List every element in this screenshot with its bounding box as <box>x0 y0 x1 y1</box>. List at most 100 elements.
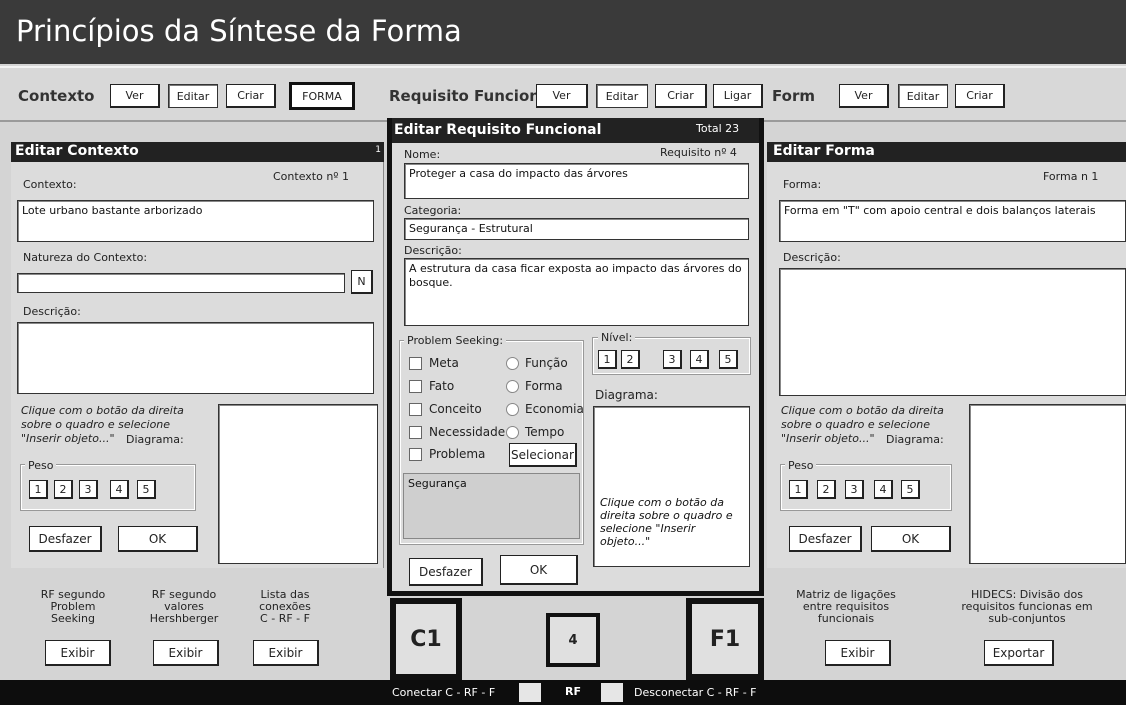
requisito-numero: Requisito nº 4 <box>660 146 737 159</box>
contexto-peso-2[interactable]: 2 <box>54 480 73 499</box>
requisito-desfazer-button[interactable]: Desfazer <box>409 558 483 586</box>
natureza-input[interactable] <box>17 273 345 293</box>
status-bar: Conectar C - RF - F RF Desconectar C - R… <box>0 680 1126 705</box>
tempo-radio[interactable] <box>506 426 519 439</box>
rf-valores-caption: RF segundo valores Hershberger <box>149 588 219 625</box>
contexto-peso-4[interactable]: 4 <box>110 480 129 499</box>
form-ver-button[interactable]: Ver <box>839 84 889 108</box>
forma-current-box[interactable]: F1 <box>686 598 764 680</box>
forma-panel-title: Editar Forma <box>773 143 875 159</box>
forma-label: Forma: <box>783 178 822 191</box>
contexto-panel-corner: 1 <box>375 145 381 155</box>
contexto-hint-3: "Inserir objeto..." <box>21 432 115 445</box>
conectar-label: Conectar C - RF - F <box>392 686 496 699</box>
economia-label: Economia <box>525 402 584 416</box>
fato-label: Fato <box>429 379 455 393</box>
forma-peso-2[interactable]: 2 <box>817 480 836 499</box>
tempo-label: Tempo <box>525 425 565 439</box>
contexto-peso-5[interactable]: 5 <box>137 480 156 499</box>
forma-peso-3[interactable]: 3 <box>845 480 864 499</box>
requisito-descricao-input[interactable]: A estrutura da casa ficar exposta ao imp… <box>404 258 749 326</box>
rf-problem-exibir-button[interactable]: Exibir <box>45 640 111 666</box>
forma-input[interactable]: Forma em "T" com apoio central e dois ba… <box>779 200 1126 242</box>
requisito-toolbar-label: Requisito Funcion <box>389 87 540 105</box>
categoria-label: Categoria: <box>404 204 462 217</box>
requisito-criar-button[interactable]: Criar <box>655 84 707 108</box>
desconectar-button[interactable] <box>601 683 623 702</box>
exportar-button[interactable]: Exportar <box>984 640 1054 666</box>
forma-hint-2: sobre o quadro e selecione <box>781 418 931 431</box>
contexto-input[interactable]: Lote urbano bastante arborizado <box>17 200 374 242</box>
economia-radio[interactable] <box>506 403 519 416</box>
selection-display: Segurança <box>403 473 580 539</box>
rf-valores-exibir-button[interactable]: Exibir <box>153 640 219 666</box>
nivel-3[interactable]: 3 <box>663 350 682 369</box>
requisito-diagrama-label: Diagrama: <box>595 388 658 402</box>
requisito-current-box[interactable]: 4 <box>546 613 600 667</box>
form-toolbar-label: Form <box>772 87 815 105</box>
nivel-4[interactable]: 4 <box>690 350 709 369</box>
natureza-label: Natureza do Contexto: <box>23 251 148 264</box>
forma-numero: Forma n 1 <box>1043 170 1099 183</box>
contexto-desfazer-button[interactable]: Desfazer <box>29 526 102 552</box>
contexto-panel: Editar Contexto 1 Contexto: Contexto nº … <box>11 142 384 568</box>
conectar-button[interactable] <box>519 683 541 702</box>
form-criar-button[interactable]: Criar <box>955 84 1005 108</box>
categoria-input[interactable]: Segurança - Estrutural <box>404 218 749 240</box>
contexto-peso-1[interactable]: 1 <box>29 480 48 499</box>
contexto-label: Contexto: <box>23 178 77 191</box>
contexto-peso-3[interactable]: 3 <box>79 480 98 499</box>
necessidade-checkbox[interactable] <box>409 426 422 439</box>
forma-descricao-label: Descrição: <box>783 251 841 264</box>
contexto-diagrama-box[interactable] <box>218 404 378 564</box>
lista-exibir-button[interactable]: Exibir <box>253 640 319 666</box>
meta-checkbox[interactable] <box>409 357 422 370</box>
matriz-exibir-button[interactable]: Exibir <box>825 640 891 666</box>
nivel-1[interactable]: 1 <box>598 350 617 369</box>
fato-checkbox[interactable] <box>409 380 422 393</box>
forma-peso-1[interactable]: 1 <box>789 480 808 499</box>
contexto-current-box[interactable]: C1 <box>390 598 462 680</box>
nivel-2[interactable]: 2 <box>621 350 640 369</box>
requisito-nome-input[interactable]: Proteger a casa do impacto das árvores <box>404 163 749 199</box>
requisito-ok-button[interactable]: OK <box>500 555 578 585</box>
app-title: Princípios da Síntese da Forma <box>16 14 462 48</box>
contexto-hint-1: Clique com o botão da direita <box>21 404 184 417</box>
forma-diagrama-label: Diagrama: <box>886 433 944 446</box>
toolbar: Contexto Ver Editar Criar FORMA Requisit… <box>0 66 1126 122</box>
nivel-5[interactable]: 5 <box>719 350 738 369</box>
necessidade-label: Necessidade <box>429 425 506 439</box>
selecionar-button[interactable]: Selecionar <box>509 443 577 467</box>
requisito-editar-button[interactable]: Editar <box>596 84 648 108</box>
contexto-criar-button[interactable]: Criar <box>226 84 276 108</box>
forma-hint-3: "Inserir objeto..." <box>781 432 875 445</box>
requisito-diagrama-hint: Clique com o botão da direita sobre o qu… <box>600 496 733 548</box>
forma-peso-4[interactable]: 4 <box>874 480 893 499</box>
contexto-ok-button[interactable]: OK <box>118 526 198 552</box>
contexto-ver-button[interactable]: Ver <box>110 84 160 108</box>
requisito-total: Total 23 <box>696 122 740 135</box>
forma-peso-label: Peso <box>785 459 817 472</box>
forma-diagrama-box[interactable] <box>969 404 1126 564</box>
title-bar: Princípios da Síntese da Forma <box>0 0 1126 64</box>
forma-descricao-input[interactable] <box>779 268 1126 396</box>
funcao-radio[interactable] <box>506 357 519 370</box>
problem-seeking-label: Problem Seeking: <box>404 334 507 347</box>
desconectar-label: Desconectar C - RF - F <box>634 686 757 699</box>
forma-button[interactable]: FORMA <box>289 82 355 110</box>
forma-peso-5[interactable]: 5 <box>901 480 920 499</box>
contexto-editar-button[interactable]: Editar <box>168 84 218 108</box>
forma-radio[interactable] <box>506 380 519 393</box>
contexto-numero: Contexto nº 1 <box>273 170 349 183</box>
requisito-diagrama-box[interactable]: Clique com o botão da direita sobre o qu… <box>593 406 750 567</box>
requisito-ver-button[interactable]: Ver <box>536 84 588 108</box>
forma-ok-button[interactable]: OK <box>871 526 951 552</box>
forma-desfazer-button[interactable]: Desfazer <box>789 526 862 552</box>
conceito-checkbox[interactable] <box>409 403 422 416</box>
requisito-ligar-button[interactable]: Ligar <box>713 84 763 108</box>
form-editar-button[interactable]: Editar <box>898 84 948 108</box>
natureza-n-button[interactable]: N <box>351 270 373 294</box>
contexto-descricao-input[interactable] <box>17 322 374 394</box>
problema-checkbox[interactable] <box>409 448 422 461</box>
contexto-panel-title: Editar Contexto <box>15 143 139 159</box>
